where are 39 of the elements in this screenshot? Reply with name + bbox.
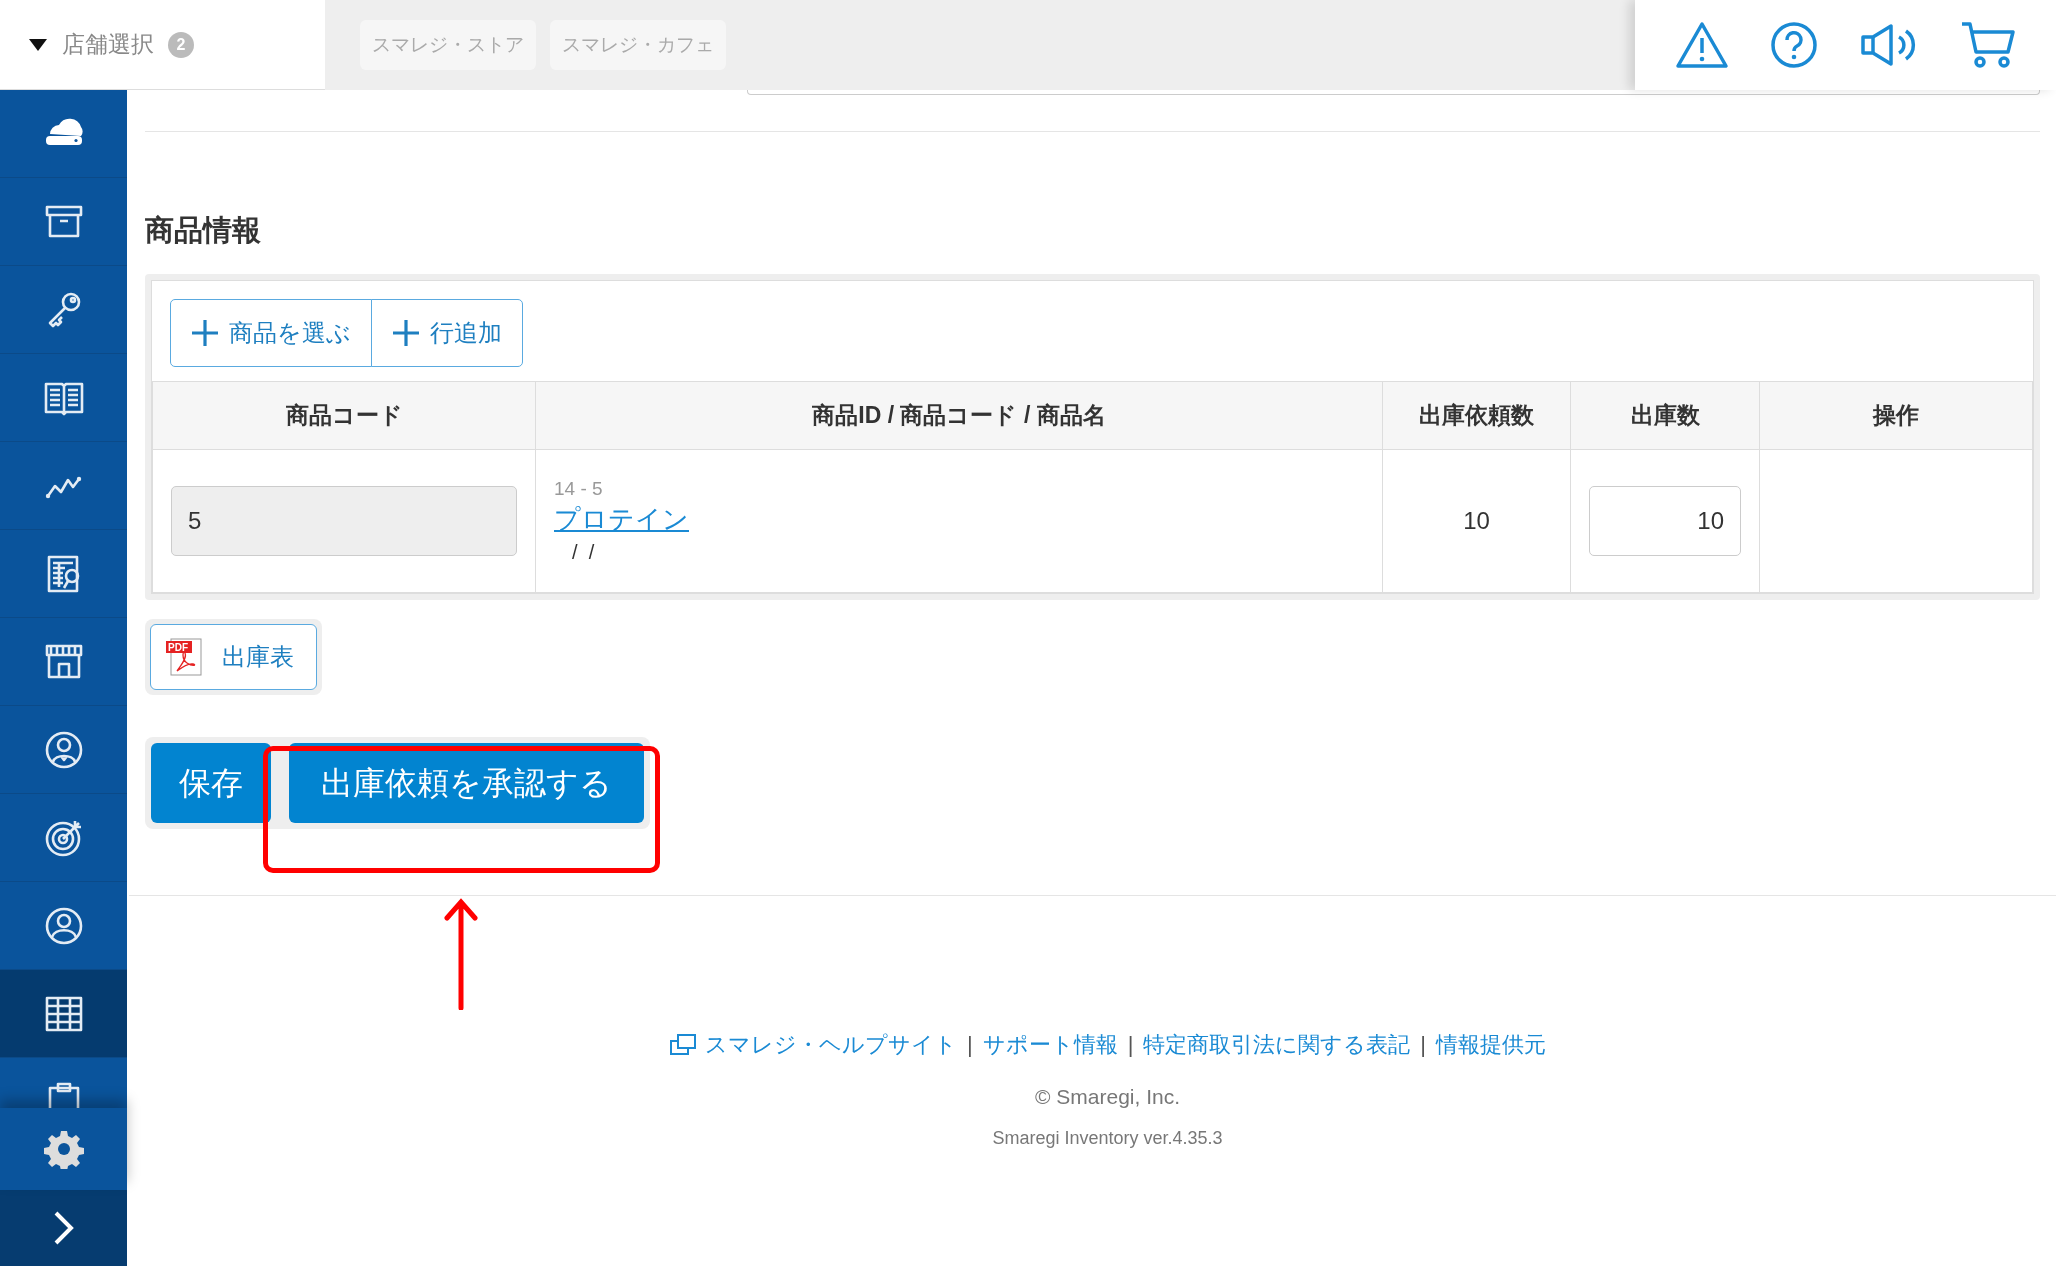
store-selector[interactable]: 店舗選択: [62, 27, 154, 62]
save-button[interactable]: 保存: [151, 743, 271, 823]
select-products-button[interactable]: 商品を選ぶ: [170, 299, 372, 367]
separator: |: [966, 1031, 973, 1059]
quantity-field[interactable]: 10: [1589, 486, 1741, 556]
column-header: 出庫依頼数: [1382, 381, 1571, 450]
chevron-right-icon[interactable]: [52, 1210, 75, 1246]
pdf-button[interactable]: PDF 出庫表: [150, 624, 317, 690]
version-text: Smaregi Inventory ver.4.35.3: [991, 1126, 1224, 1150]
section-title: 商品情報: [145, 216, 262, 245]
add-row-button[interactable]: 行追加: [371, 299, 523, 367]
caret-icon[interactable]: [28, 37, 48, 52]
settings-icon[interactable]: [43, 1129, 84, 1169]
column-header: 商品コード: [152, 381, 536, 450]
product-name-link[interactable]: プロテイン: [554, 504, 689, 535]
column-header: 商品ID / 商品コード / 商品名: [535, 381, 1383, 450]
help-icon[interactable]: [1770, 21, 1819, 69]
store-tab[interactable]: スマレジ・カフェ: [550, 20, 726, 70]
approve-button[interactable]: 出庫依頼を承認する: [289, 743, 644, 823]
cart-icon[interactable]: [1959, 20, 2016, 70]
requested-quantity: 10: [1462, 506, 1491, 536]
warning-icon[interactable]: [1675, 21, 1730, 69]
footer-link[interactable]: サポート情報: [982, 1028, 1118, 1061]
count-badge: 2: [168, 31, 194, 58]
column-header: 操作: [1759, 381, 2033, 450]
column-header: 出庫数: [1570, 381, 1760, 450]
separator: |: [1127, 1031, 1134, 1059]
footer-link[interactable]: 特定商取引法に関する表記: [1143, 1028, 1411, 1061]
store-tab[interactable]: スマレジ・ストア: [360, 20, 536, 70]
product-details: / /: [571, 540, 596, 566]
plus-icon: [191, 319, 219, 347]
plus-icon: [392, 319, 420, 347]
footer-link[interactable]: スマレジ・ヘルプサイト: [668, 1028, 957, 1061]
separator: |: [1420, 1031, 1427, 1059]
product-id: 14 - 5: [554, 476, 604, 501]
sidebar-item[interactable]: [0, 970, 127, 1058]
input-field[interactable]: [747, 90, 2040, 95]
copyright-text: © Smaregi, Inc.: [1034, 1084, 1181, 1110]
footer-link[interactable]: 情報提供元: [1436, 1028, 1547, 1061]
